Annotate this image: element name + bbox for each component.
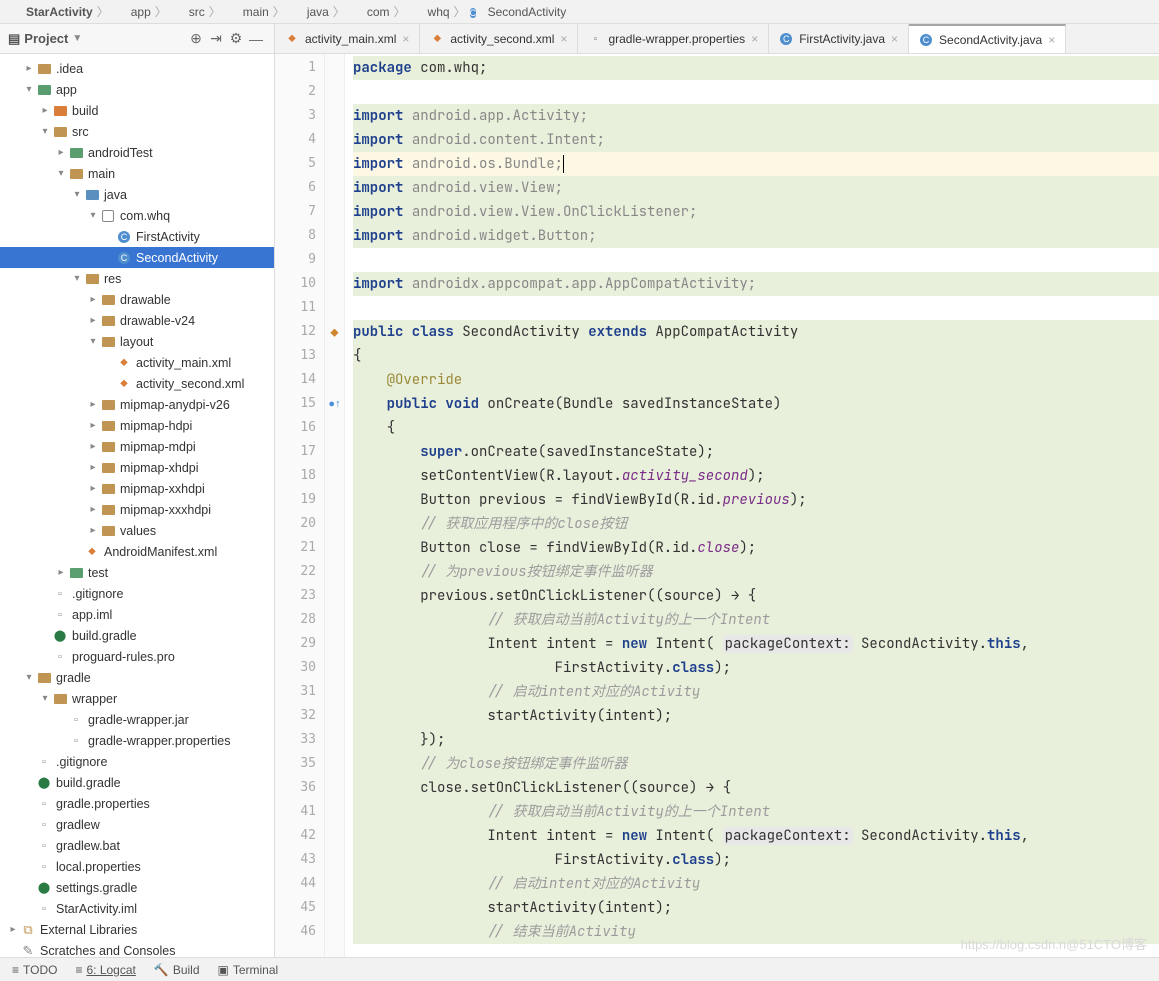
tree-node[interactable]: ▸drawable: [0, 289, 274, 310]
breadcrumb: StarActivity〉app〉src〉main〉java〉com〉whq〉C…: [0, 0, 1159, 24]
tree-node[interactable]: ▸▫gradle-wrapper.properties: [0, 730, 274, 751]
breadcrumb-item[interactable]: StarActivity: [8, 5, 93, 19]
tree-node[interactable]: ▸values: [0, 520, 274, 541]
tree-node[interactable]: ▸drawable-v24: [0, 310, 274, 331]
line-gutter: 1234567891011121314151617181920212223282…: [275, 54, 325, 957]
tree-node[interactable]: ▸mipmap-xxxhdpi: [0, 499, 274, 520]
tree-node[interactable]: ▸✎Scratches and Consoles: [0, 940, 274, 957]
code-editor[interactable]: package com.whq; import android.app.Acti…: [345, 54, 1159, 957]
tree-node[interactable]: ▸⬥activity_main.xml: [0, 352, 274, 373]
collapse-icon[interactable]: ⇥: [206, 29, 226, 49]
tree-node[interactable]: ▸androidTest: [0, 142, 274, 163]
sidebar-header: ▤ Project ▼ ⊕ ⇥ ⚙ —: [0, 24, 274, 54]
tree-node[interactable]: ▸▫app.iml: [0, 604, 274, 625]
breadcrumb-item[interactable]: src: [171, 5, 205, 19]
tree-node[interactable]: ▾layout: [0, 331, 274, 352]
editor-tab[interactable]: ▫gradle-wrapper.properties×: [578, 24, 769, 53]
todo-tool[interactable]: ≡ TODO: [12, 963, 57, 977]
build-tool[interactable]: 🔨 Build: [154, 963, 200, 977]
bottom-toolbar: ≡ TODO ≡ 6: Logcat 🔨 Build ▣ Terminal: [0, 957, 1159, 981]
editor-tab[interactable]: CSecondActivity.java×: [909, 24, 1066, 53]
tree-node[interactable]: ▸mipmap-xhdpi: [0, 457, 274, 478]
tree-node[interactable]: ▸▫StarActivity.iml: [0, 898, 274, 919]
tree-node[interactable]: ▸mipmap-hdpi: [0, 415, 274, 436]
breadcrumb-item[interactable]: main: [225, 5, 269, 19]
tree-node[interactable]: ▸▫gradle-wrapper.jar: [0, 709, 274, 730]
tree-node[interactable]: ▸⬤build.gradle: [0, 772, 274, 793]
gear-icon[interactable]: ⚙: [226, 29, 246, 49]
sidebar-title[interactable]: ▤ Project ▼: [8, 31, 82, 47]
close-icon[interactable]: ×: [402, 32, 409, 46]
tree-node[interactable]: ▸.idea: [0, 58, 274, 79]
editor-tab[interactable]: ⬥activity_second.xml×: [420, 24, 578, 53]
tree-node[interactable]: ▸mipmap-mdpi: [0, 436, 274, 457]
close-icon[interactable]: ×: [891, 32, 898, 46]
hide-icon[interactable]: —: [246, 29, 266, 49]
tree-node[interactable]: ▾gradle: [0, 667, 274, 688]
tree-node[interactable]: ▾wrapper: [0, 688, 274, 709]
tree-node[interactable]: ▸▫.gitignore: [0, 751, 274, 772]
editor-tabs: ⬥activity_main.xml×⬥activity_second.xml×…: [275, 24, 1159, 54]
tree-node[interactable]: ▸build: [0, 100, 274, 121]
tree-node[interactable]: ▸▫proguard-rules.pro: [0, 646, 274, 667]
target-icon[interactable]: ⊕: [186, 29, 206, 49]
tree-node[interactable]: ▸⬤build.gradle: [0, 625, 274, 646]
tree-node[interactable]: ▸mipmap-anydpi-v26: [0, 394, 274, 415]
tree-node[interactable]: ▾java: [0, 184, 274, 205]
tree-node[interactable]: ▸test: [0, 562, 274, 583]
project-sidebar: ▤ Project ▼ ⊕ ⇥ ⚙ — ▸.idea▾app▸build▾src…: [0, 24, 275, 957]
breadcrumb-item[interactable]: app: [113, 5, 151, 19]
editor-tab[interactable]: CFirstActivity.java×: [769, 24, 909, 53]
close-icon[interactable]: ×: [1048, 33, 1055, 47]
editor-tab[interactable]: ⬥activity_main.xml×: [275, 24, 420, 53]
tree-node[interactable]: ▾res: [0, 268, 274, 289]
tree-node[interactable]: ▸▫gradlew.bat: [0, 835, 274, 856]
tree-node[interactable]: ▸▫local.properties: [0, 856, 274, 877]
tree-node[interactable]: ▸▫gradle.properties: [0, 793, 274, 814]
tree-node[interactable]: ▸⬤settings.gradle: [0, 877, 274, 898]
tree-node[interactable]: ▸⧉External Libraries: [0, 919, 274, 940]
tree-node[interactable]: ▾src: [0, 121, 274, 142]
tree-node[interactable]: ▾com.whq: [0, 205, 274, 226]
tree-node[interactable]: ▸mipmap-xxhdpi: [0, 478, 274, 499]
tree-node[interactable]: ▸⬥activity_second.xml: [0, 373, 274, 394]
editor-area: ⬥activity_main.xml×⬥activity_second.xml×…: [275, 24, 1159, 957]
tree-node[interactable]: ▸CFirstActivity: [0, 226, 274, 247]
close-icon[interactable]: ×: [560, 32, 567, 46]
tree-node[interactable]: ▾app: [0, 79, 274, 100]
project-tree[interactable]: ▸.idea▾app▸build▾src▸androidTest▾main▾ja…: [0, 54, 274, 957]
breadcrumb-item[interactable]: CSecondActivity: [470, 5, 567, 19]
terminal-tool[interactable]: ▣ Terminal: [218, 963, 279, 977]
tree-node[interactable]: ▸⬥AndroidManifest.xml: [0, 541, 274, 562]
tree-node[interactable]: ▾main: [0, 163, 274, 184]
tree-node[interactable]: ▸▫gradlew: [0, 814, 274, 835]
breadcrumb-item[interactable]: com: [349, 5, 390, 19]
tree-node[interactable]: ▸CSecondActivity: [0, 247, 274, 268]
close-icon[interactable]: ×: [751, 32, 758, 46]
breadcrumb-item[interactable]: whq: [410, 5, 450, 19]
logcat-tool[interactable]: ≡ 6: Logcat: [75, 963, 135, 977]
tree-node[interactable]: ▸▫.gitignore: [0, 583, 274, 604]
breadcrumb-item[interactable]: java: [289, 5, 329, 19]
marker-gutter: ⬥●↑: [325, 54, 345, 957]
